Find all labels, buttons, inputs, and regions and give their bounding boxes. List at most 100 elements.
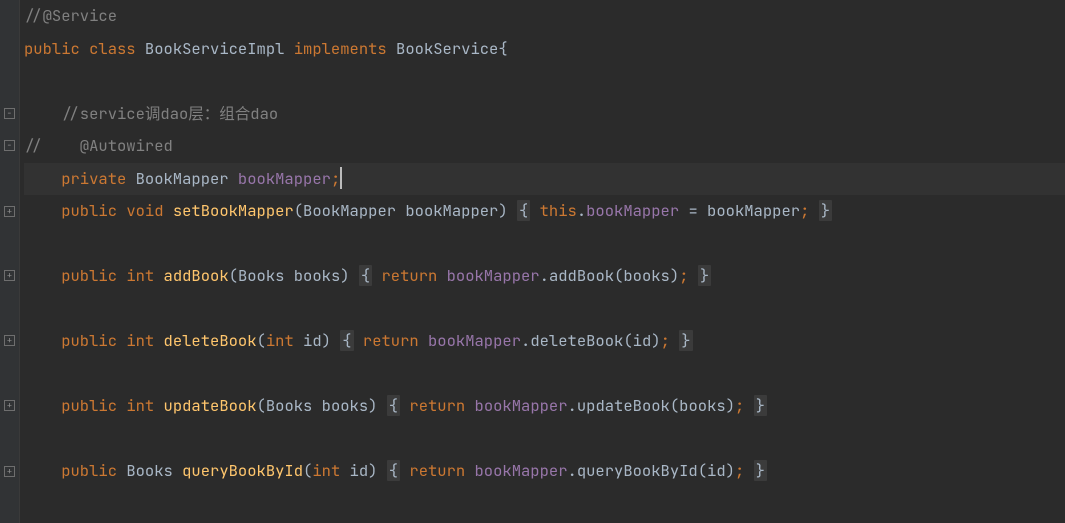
keyword: implements bbox=[294, 38, 396, 59]
semicolon: ; bbox=[331, 168, 340, 189]
paren: ) bbox=[670, 265, 679, 286]
code-line[interactable]: public void setBookMapper(BookMapper boo… bbox=[24, 195, 1065, 228]
keyword: int bbox=[126, 265, 163, 286]
paren: ( bbox=[229, 265, 238, 286]
folded-brace-open[interactable]: { bbox=[340, 330, 353, 351]
code-line[interactable]: public int addBook(Books books) { return… bbox=[24, 260, 1065, 293]
comment-text: //service调dao层：组合dao bbox=[24, 103, 278, 124]
keyword: public bbox=[24, 38, 89, 59]
param-name: id bbox=[303, 330, 322, 351]
brace: { bbox=[498, 38, 507, 59]
method-name: addBook bbox=[164, 265, 229, 286]
space bbox=[744, 395, 753, 416]
param-name: id bbox=[350, 460, 369, 481]
code-line[interactable]: public int updateBook(Books books) { ret… bbox=[24, 390, 1065, 423]
keyword: public bbox=[61, 395, 126, 416]
space bbox=[354, 330, 363, 351]
folded-brace-close[interactable]: } bbox=[819, 200, 832, 221]
indent bbox=[24, 395, 61, 416]
identifier: books bbox=[679, 395, 726, 416]
type-name: Books bbox=[266, 395, 322, 416]
keyword: return bbox=[382, 265, 447, 286]
paren: ( bbox=[670, 395, 679, 416]
code-line-active[interactable]: private BookMapper bookMapper; bbox=[24, 163, 1065, 196]
indent bbox=[24, 168, 61, 189]
comment-text: //@Service bbox=[24, 5, 117, 26]
paren: ) bbox=[498, 200, 517, 221]
code-line[interactable]: //service调dao层：组合dao bbox=[24, 98, 1065, 131]
code-line[interactable]: public Books queryBookById(int id) { ret… bbox=[24, 455, 1065, 488]
fold-toggle-icon[interactable]: + bbox=[4, 206, 15, 217]
class-name: BookServiceImpl bbox=[145, 38, 294, 59]
paren: ) bbox=[651, 330, 660, 351]
space bbox=[670, 330, 679, 351]
space bbox=[809, 200, 818, 221]
folded-brace-open[interactable]: { bbox=[359, 265, 372, 286]
paren: ) bbox=[322, 330, 341, 351]
code-editor[interactable]: //@Service public class BookServiceImpl … bbox=[20, 0, 1065, 523]
fold-toggle-icon[interactable]: − bbox=[4, 108, 15, 119]
semicolon: ; bbox=[735, 395, 744, 416]
indent bbox=[24, 330, 61, 351]
type-name: BookService bbox=[396, 38, 498, 59]
fold-toggle-icon[interactable]: + bbox=[4, 270, 15, 281]
field-name: bookMapper bbox=[238, 168, 331, 189]
field-name: bookMapper bbox=[475, 395, 568, 416]
fold-toggle-icon[interactable]: + bbox=[4, 466, 15, 477]
keyword: int bbox=[266, 330, 303, 351]
code-line[interactable]: // @Autowired bbox=[24, 130, 1065, 163]
method-call: queryBookById bbox=[577, 460, 698, 481]
method-name: setBookMapper bbox=[173, 200, 294, 221]
type-name: Books bbox=[126, 460, 182, 481]
field-name: bookMapper bbox=[475, 460, 568, 481]
paren: ) bbox=[368, 460, 387, 481]
method-call: updateBook bbox=[577, 395, 670, 416]
fold-toggle-icon[interactable]: − bbox=[4, 140, 15, 151]
paren: ( bbox=[614, 265, 623, 286]
keyword: return bbox=[409, 395, 474, 416]
code-line[interactable]: //@Service bbox=[24, 0, 1065, 33]
type-name: BookMapper bbox=[136, 168, 238, 189]
method-call: deleteBook bbox=[530, 330, 623, 351]
keyword: public bbox=[61, 265, 126, 286]
field-name: bookMapper bbox=[447, 265, 540, 286]
space bbox=[689, 265, 698, 286]
type-name: BookMapper bbox=[303, 200, 405, 221]
method-call: addBook bbox=[549, 265, 614, 286]
fold-toggle-icon[interactable]: + bbox=[4, 335, 15, 346]
folded-brace-close[interactable]: } bbox=[754, 395, 767, 416]
code-line[interactable]: public class BookServiceImpl implements … bbox=[24, 33, 1065, 66]
paren: ) bbox=[726, 460, 735, 481]
indent bbox=[24, 200, 61, 221]
semicolon: ; bbox=[800, 200, 809, 221]
space bbox=[372, 265, 381, 286]
folded-brace-open[interactable]: { bbox=[387, 395, 400, 416]
code-line-blank[interactable] bbox=[24, 423, 1065, 456]
param-name: bookMapper bbox=[405, 200, 498, 221]
folded-brace-close[interactable]: } bbox=[698, 265, 711, 286]
code-line-blank[interactable] bbox=[24, 488, 1065, 521]
keyword: void bbox=[126, 200, 173, 221]
semicolon: ; bbox=[679, 265, 688, 286]
code-line-blank[interactable] bbox=[24, 65, 1065, 98]
code-line[interactable]: public int deleteBook(int id) { return b… bbox=[24, 325, 1065, 358]
keyword: this bbox=[540, 200, 577, 221]
keyword: class bbox=[89, 38, 145, 59]
dot: . bbox=[568, 395, 577, 416]
code-line-blank[interactable] bbox=[24, 293, 1065, 326]
param-name: books bbox=[322, 395, 369, 416]
folded-brace-open[interactable]: { bbox=[517, 200, 530, 221]
keyword: int bbox=[126, 330, 163, 351]
param-name: books bbox=[294, 265, 341, 286]
folded-brace-open[interactable]: { bbox=[387, 460, 400, 481]
folded-brace-close[interactable]: } bbox=[679, 330, 692, 351]
code-line-blank[interactable] bbox=[24, 358, 1065, 391]
semicolon: ; bbox=[661, 330, 670, 351]
fold-toggle-icon[interactable]: + bbox=[4, 400, 15, 411]
paren: ( bbox=[294, 200, 303, 221]
paren: ( bbox=[303, 460, 312, 481]
identifier: bookMapper bbox=[707, 200, 800, 221]
paren: ( bbox=[257, 330, 266, 351]
code-line-blank[interactable] bbox=[24, 228, 1065, 261]
folded-brace-close[interactable]: } bbox=[754, 460, 767, 481]
